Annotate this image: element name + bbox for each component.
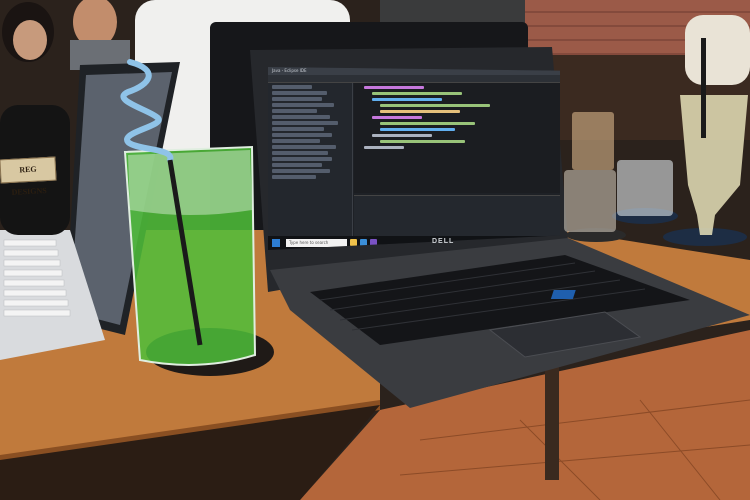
windows-start-icon[interactable]	[272, 239, 280, 247]
reg-designs-sign: REG DESIGNS	[0, 156, 57, 197]
dell-logo: DELL	[432, 238, 455, 245]
code-editor	[354, 83, 560, 193]
ice-cubes	[128, 150, 252, 215]
console-panel	[354, 195, 560, 236]
project-explorer	[268, 83, 353, 236]
taskbar-search-input[interactable]: Type here to search	[286, 239, 347, 247]
table-leg	[545, 360, 559, 480]
milkshake-straw	[701, 38, 706, 138]
cafe-scene: Java - Eclipse IDE Type here to search D…	[0, 0, 750, 500]
ide-toolbar	[268, 75, 560, 83]
person-right-shirt	[685, 15, 750, 85]
intel-sticker	[550, 290, 576, 299]
water-glass	[617, 160, 673, 216]
person-left-face	[13, 20, 47, 60]
dell-screen: Java - Eclipse IDE Type here to search	[268, 67, 560, 250]
folder-icon[interactable]	[350, 239, 357, 246]
iced-tea-glass	[572, 112, 614, 170]
tea-glass	[564, 170, 616, 232]
browser-icon[interactable]	[360, 239, 367, 246]
